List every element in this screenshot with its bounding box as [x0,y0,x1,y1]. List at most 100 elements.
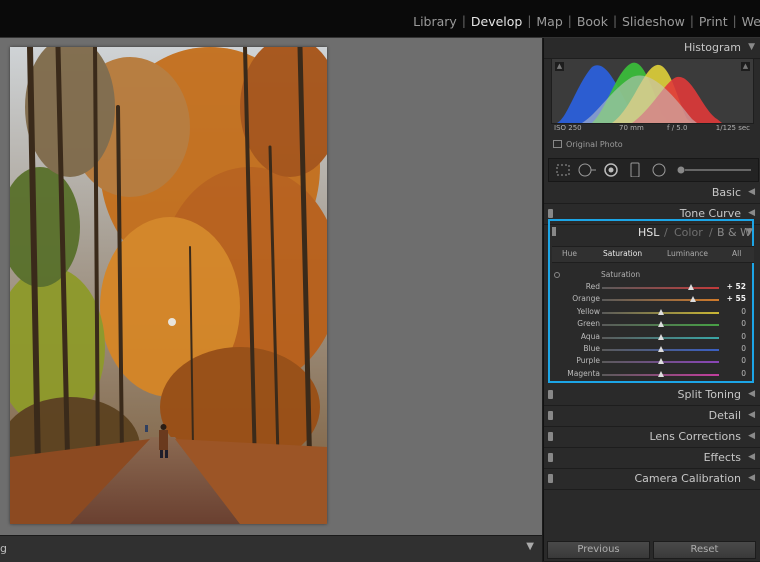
slider-thumb[interactable] [657,370,664,377]
collapse-triangle-icon[interactable]: ◀ [748,187,755,197]
panel-title: Detail [708,409,741,422]
shutter-speed: 1/125 sec [715,124,750,132]
slider-row-yellow: Yellow 0 [550,307,752,319]
mode-separator: / [664,226,668,239]
collapse-triangle-icon[interactable]: ▼ [748,42,755,52]
checkbox-icon[interactable] [553,140,562,148]
slider-track[interactable] [602,299,719,302]
slider-label: Red [585,282,600,291]
module-map[interactable]: Map [531,14,567,29]
panel-header-histogram[interactable]: Histogram ▼ [544,38,760,59]
spot-removal-icon[interactable] [577,162,597,177]
panel-switch-icon[interactable] [552,227,556,236]
collapse-triangle-icon[interactable]: ◀ [748,431,755,441]
panel-switch-icon[interactable] [548,411,553,420]
section-title: Saturation [601,270,641,279]
panel-header-basic[interactable]: Basic ◀ [544,183,760,204]
hsl-tabs: Hue Saturation Luminance All [552,246,754,263]
triangle-down-icon[interactable]: ▼ [526,541,534,552]
slider-value[interactable]: + 52 [727,282,746,291]
tab-luminance[interactable]: Luminance [667,249,708,258]
slider-thumb[interactable] [689,296,696,303]
slider-label: Blue [583,344,600,353]
hsl-mode-link[interactable]: HSL [638,226,659,239]
slider-thumb[interactable] [657,346,664,352]
slider-thumb[interactable] [657,308,664,315]
histogram-exif: ISO 250 70 mm f / 5.0 1/125 sec [551,124,752,136]
color-mode-link[interactable]: Color [674,226,703,239]
aperture-value: f / 5.0 [667,124,688,132]
slider-value[interactable]: 0 [741,319,746,328]
tab-saturation[interactable]: Saturation [603,249,642,258]
panel-header-split-toning[interactable]: Split Toning ◀ [544,385,760,406]
panel-header-effects[interactable]: Effects ◀ [544,448,760,469]
radial-filter-icon[interactable] [651,162,667,177]
slider-row-blue: Blue 0 [550,344,752,356]
module-web[interactable]: We [737,14,760,29]
highlight-clipping-icon[interactable]: ▲ [741,62,750,71]
slider-thumb[interactable] [687,284,694,290]
collapse-triangle-icon[interactable]: ◀ [748,389,755,399]
iso-value: ISO 250 [554,124,582,132]
red-eye-icon[interactable] [603,162,619,177]
module-develop[interactable]: Develop [466,14,527,29]
graduated-filter-icon[interactable] [629,162,641,177]
collapse-triangle-icon[interactable]: ◀ [748,473,755,483]
tab-all[interactable]: All [732,249,741,258]
crop-overlay-icon[interactable] [555,162,571,177]
slider-value[interactable]: 0 [741,356,746,365]
slider-value[interactable]: 0 [741,307,746,316]
panel-switch-icon[interactable] [548,453,553,462]
slider-label: Orange [572,294,600,304]
collapse-triangle-icon[interactable]: ◀ [748,410,755,420]
hsl-panel: HSL / Color / B & W ▼ Hue Saturation Lum… [548,219,754,383]
targeted-adjustment-icon[interactable] [554,272,560,278]
slider-value[interactable]: + 55 [727,294,746,303]
slider-row-purple: Purple 0 [550,356,752,368]
slider-value[interactable]: 0 [741,344,746,353]
slider-label: Aqua [580,331,600,341]
panel-title: Effects [703,451,741,464]
focal-length: 70 mm [619,124,644,132]
panel-switch-icon[interactable] [548,474,553,483]
photo-preview[interactable] [10,47,327,524]
shadow-clipping-icon[interactable]: ▲ [555,62,564,71]
autumn-forest-photo [10,47,327,524]
module-list: Library | Develop | Map | Book | Slidesh… [408,13,760,29]
module-book[interactable]: Book [572,14,613,29]
collapse-triangle-icon[interactable]: ◀ [748,208,755,218]
slider-label: Yellow [576,306,600,316]
histogram-graph[interactable]: ▲ ▲ [551,58,754,124]
slider-row-green: Green 0 [550,319,752,331]
module-library[interactable]: Library [408,14,462,29]
slider-thumb[interactable] [657,358,664,365]
panel-header-camera-calibration[interactable]: Camera Calibration ◀ [544,469,760,490]
panel-title: Basic [711,186,741,199]
slider-value[interactable]: 0 [741,332,746,341]
slider-track[interactable] [602,287,719,289]
slider-value[interactable]: 0 [741,369,746,378]
panel-title: Lens Corrections [649,430,741,443]
module-slideshow[interactable]: Slideshow [617,14,690,29]
reset-button[interactable]: Reset [653,541,756,559]
slider-thumb[interactable] [657,321,664,328]
panel-header-lens-corrections[interactable]: Lens Corrections ◀ [544,427,760,448]
previous-button[interactable]: Previous [547,541,650,559]
image-canvas[interactable] [0,38,542,535]
panel-header-hsl[interactable]: HSL / Color / B & W ▼ [552,221,754,244]
adjustment-brush-slider[interactable] [675,162,755,177]
panel-title: Split Toning [677,388,741,401]
panel-title: Camera Calibration [634,472,741,485]
collapse-triangle-icon[interactable]: ▼ [746,227,753,237]
panel-switch-icon[interactable] [548,432,553,441]
module-print[interactable]: Print [694,14,733,29]
slider-row-red: Red + 52 [550,282,752,294]
panel-header-detail[interactable]: Detail ◀ [544,406,760,427]
collapse-triangle-icon[interactable]: ◀ [748,452,755,462]
tab-hue[interactable]: Hue [562,249,577,258]
panel-switch-icon[interactable] [548,390,553,399]
panel-switch-icon[interactable] [548,209,553,218]
slider-thumb[interactable] [657,333,664,340]
original-photo-label: Original Photo [566,140,623,149]
original-photo-toggle[interactable]: Original Photo [553,140,623,149]
